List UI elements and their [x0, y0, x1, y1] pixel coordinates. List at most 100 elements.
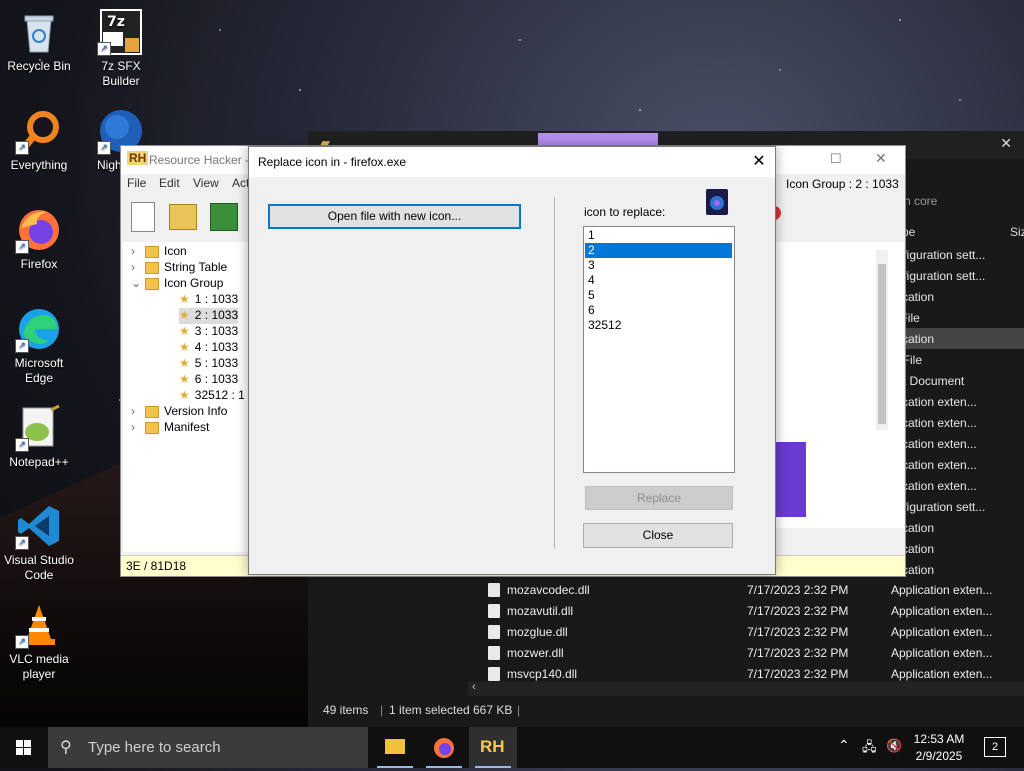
shortcut-arrow-icon: ↗ [15, 635, 29, 649]
menu-file[interactable]: File [127, 176, 146, 190]
icon-list-item[interactable]: 6 [585, 303, 732, 318]
save-icon[interactable] [210, 203, 238, 231]
tree-item[interactable]: ★ 3 : 1033 [179, 324, 238, 340]
maximize-icon[interactable]: ☐ [830, 151, 842, 167]
open-file-button[interactable]: Open file with new icon... [268, 204, 521, 229]
desktop-icon-7z-sfx-builder[interactable]: 7z ↗ 7z SFX Builder [83, 8, 159, 89]
icon-resource-star-icon: ★ [179, 292, 190, 306]
icon-list-item[interactable]: 3 [585, 258, 732, 273]
file-type: Application exten... [891, 625, 993, 639]
resource-tree[interactable]: › Icon › String Table ⌄ Icon Group ★ 1 : 1033 ★ 2… [123, 242, 251, 552]
file-row[interactable]: mozavutil.dll 7/17/2023 2:32 PM Applicatio… [480, 601, 1024, 622]
scrollbar-thumb[interactable] [878, 264, 886, 424]
shortcut-arrow-icon: ↗ [15, 339, 29, 353]
menu-view[interactable]: View [193, 176, 219, 190]
file-name: msvcp140.dll [507, 667, 578, 681]
tree-item[interactable]: ★ 32512 : 1 [179, 388, 245, 404]
icon-resource-star-icon: ★ [179, 324, 190, 338]
file-type: Application exten... [891, 667, 993, 681]
menu-action[interactable]: Act [232, 176, 249, 190]
taskbar-search-box[interactable]: ⚲ Type here to search [48, 727, 368, 768]
desktop-icon-notepadpp[interactable]: ↗ Notepad++ [1, 404, 77, 470]
tree-item-label: 2 : 1033 [194, 308, 239, 322]
vscode-icon: ↗ [15, 502, 63, 550]
menu-edit[interactable]: Edit [159, 176, 180, 190]
recycle-bin-icon [15, 8, 63, 56]
shortcut-arrow-icon: ↗ [97, 141, 111, 155]
network-icon[interactable]: 🖧 [862, 738, 877, 760]
volume-muted-icon[interactable]: 🔇 [886, 738, 902, 754]
tree-item-label: 3 : 1033 [194, 324, 239, 338]
horizontal-scrollbar[interactable]: ‹ [468, 681, 1024, 696]
notification-center-icon[interactable]: 2 [984, 737, 1006, 757]
expand-chevron-icon[interactable]: › [131, 260, 145, 274]
file-date: 7/17/2023 2:32 PM [747, 625, 849, 639]
explorer-statusbar: 49 items | 1 item selected 667 KB | [308, 697, 1024, 725]
close-button[interactable]: Close [583, 523, 733, 548]
icon-list[interactable]: 1 2 3 4 5 6 32512 [583, 226, 735, 473]
taskbar-clock[interactable]: 12:53 AM 2/9/2025 [904, 731, 974, 765]
tree-item[interactable]: › Version Info [131, 404, 227, 420]
file-name: mozglue.dll [507, 625, 568, 639]
expand-chevron-icon[interactable]: › [131, 244, 145, 258]
desktop-icon-vscode[interactable]: ↗ Visual Studio Code [1, 502, 77, 583]
desktop-icon-recycle-bin[interactable]: Recycle Bin [1, 8, 77, 74]
file-row[interactable]: mozglue.dll 7/17/2023 2:32 PM Application … [480, 622, 1024, 643]
icon-list-item[interactable]: 2 [585, 243, 732, 258]
expand-chevron-icon[interactable]: › [131, 420, 145, 434]
icon-list-item[interactable]: 4 [585, 273, 732, 288]
tree-item[interactable]: ★ 2 : 1033 [179, 308, 239, 324]
chevron-up-icon[interactable]: ⌃ [838, 737, 850, 754]
tree-item[interactable]: ★ 6 : 1033 [179, 372, 238, 388]
new-file-icon[interactable] [131, 202, 155, 232]
file-date: 7/17/2023 2:32 PM [747, 646, 849, 660]
status-divider: | [517, 703, 521, 717]
tree-item[interactable]: ⌄ Icon Group [131, 276, 223, 292]
taskbar-resource-hacker[interactable]: RH [469, 727, 517, 768]
tree-item-label: 5 : 1033 [194, 356, 239, 370]
expand-chevron-icon[interactable]: ⌄ [131, 276, 145, 290]
desktop-icon-label: 7z SFX Builder [101, 59, 141, 88]
expand-chevron-icon[interactable]: › [131, 404, 145, 418]
dialog-separator [554, 197, 555, 549]
desktop-icon-label: Firefox [20, 257, 58, 271]
close-icon[interactable]: ✕ [1000, 135, 1012, 152]
close-icon[interactable]: ✕ [875, 150, 887, 167]
close-icon[interactable]: ✕ [743, 147, 775, 177]
vertical-scrollbar[interactable] [876, 250, 888, 430]
tree-item-label: 1 : 1033 [194, 292, 239, 306]
file-type: Application exten... [891, 646, 993, 660]
start-button[interactable] [0, 727, 48, 768]
icon-resource-star-icon: ★ [179, 356, 190, 370]
desktop-icon-firefox[interactable]: ↗ Firefox [1, 206, 77, 272]
icon-list-item[interactable]: 1 [585, 228, 732, 243]
tree-item[interactable]: › String Table [131, 260, 227, 276]
icon-list-item[interactable]: 32512 [585, 318, 732, 333]
icon-list-item[interactable]: 5 [585, 288, 732, 303]
taskbar-file-explorer[interactable] [371, 727, 419, 768]
desktop-icon-everything[interactable]: ↗ Everything [1, 107, 77, 173]
scroll-left-icon[interactable]: ‹ [472, 681, 476, 693]
firefox-icon [434, 738, 454, 758]
tree-item[interactable]: › Icon [131, 244, 187, 260]
desktop-icon-edge[interactable]: ↗ Microsoft Edge [1, 305, 77, 386]
clock-time: 12:53 AM [913, 732, 965, 746]
icon-resource-star-icon: ★ [179, 372, 190, 386]
replace-icon-dialog[interactable]: Replace icon in - firefox.exe ✕ Open fil… [248, 146, 776, 575]
tree-item[interactable]: ★ 5 : 1033 [179, 356, 238, 372]
column-header-size[interactable]: Siz [1010, 225, 1024, 239]
file-type: Application exten... [891, 604, 993, 618]
file-row[interactable]: mozavcodec.dll 7/17/2023 2:32 PM Applicati… [480, 580, 1024, 601]
replace-button[interactable]: Replace [585, 486, 733, 510]
tree-item[interactable]: ★ 1 : 1033 [179, 292, 238, 308]
tree-item[interactable]: › Manifest [131, 420, 209, 436]
dll-file-icon [488, 667, 500, 681]
open-folder-icon[interactable] [169, 204, 197, 230]
taskbar-firefox[interactable] [420, 727, 468, 768]
desktop-icon-label: VLC media player [9, 652, 69, 681]
tree-item[interactable]: ★ 4 : 1033 [179, 340, 238, 356]
desktop-icon-label: Everything [10, 158, 68, 172]
desktop-icon-label: Notepad++ [9, 455, 69, 469]
file-row[interactable]: mozwer.dll 7/17/2023 2:32 PM Application e… [480, 643, 1024, 664]
desktop-icon-vlc[interactable]: ↗ VLC media player [1, 601, 77, 682]
